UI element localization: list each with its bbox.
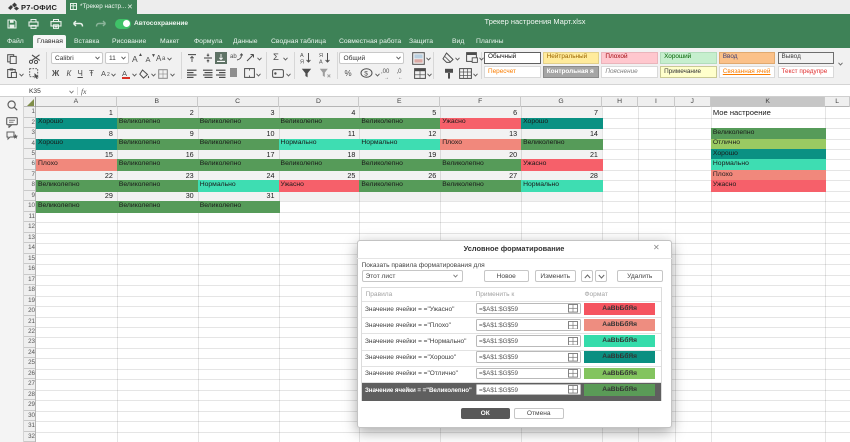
svg-text:$: $ (364, 70, 368, 77)
svg-text:Я: Я (300, 59, 304, 64)
svg-text:А: А (300, 53, 304, 59)
svg-text:Я: Я (319, 53, 323, 59)
svg-text:А: А (319, 59, 323, 64)
